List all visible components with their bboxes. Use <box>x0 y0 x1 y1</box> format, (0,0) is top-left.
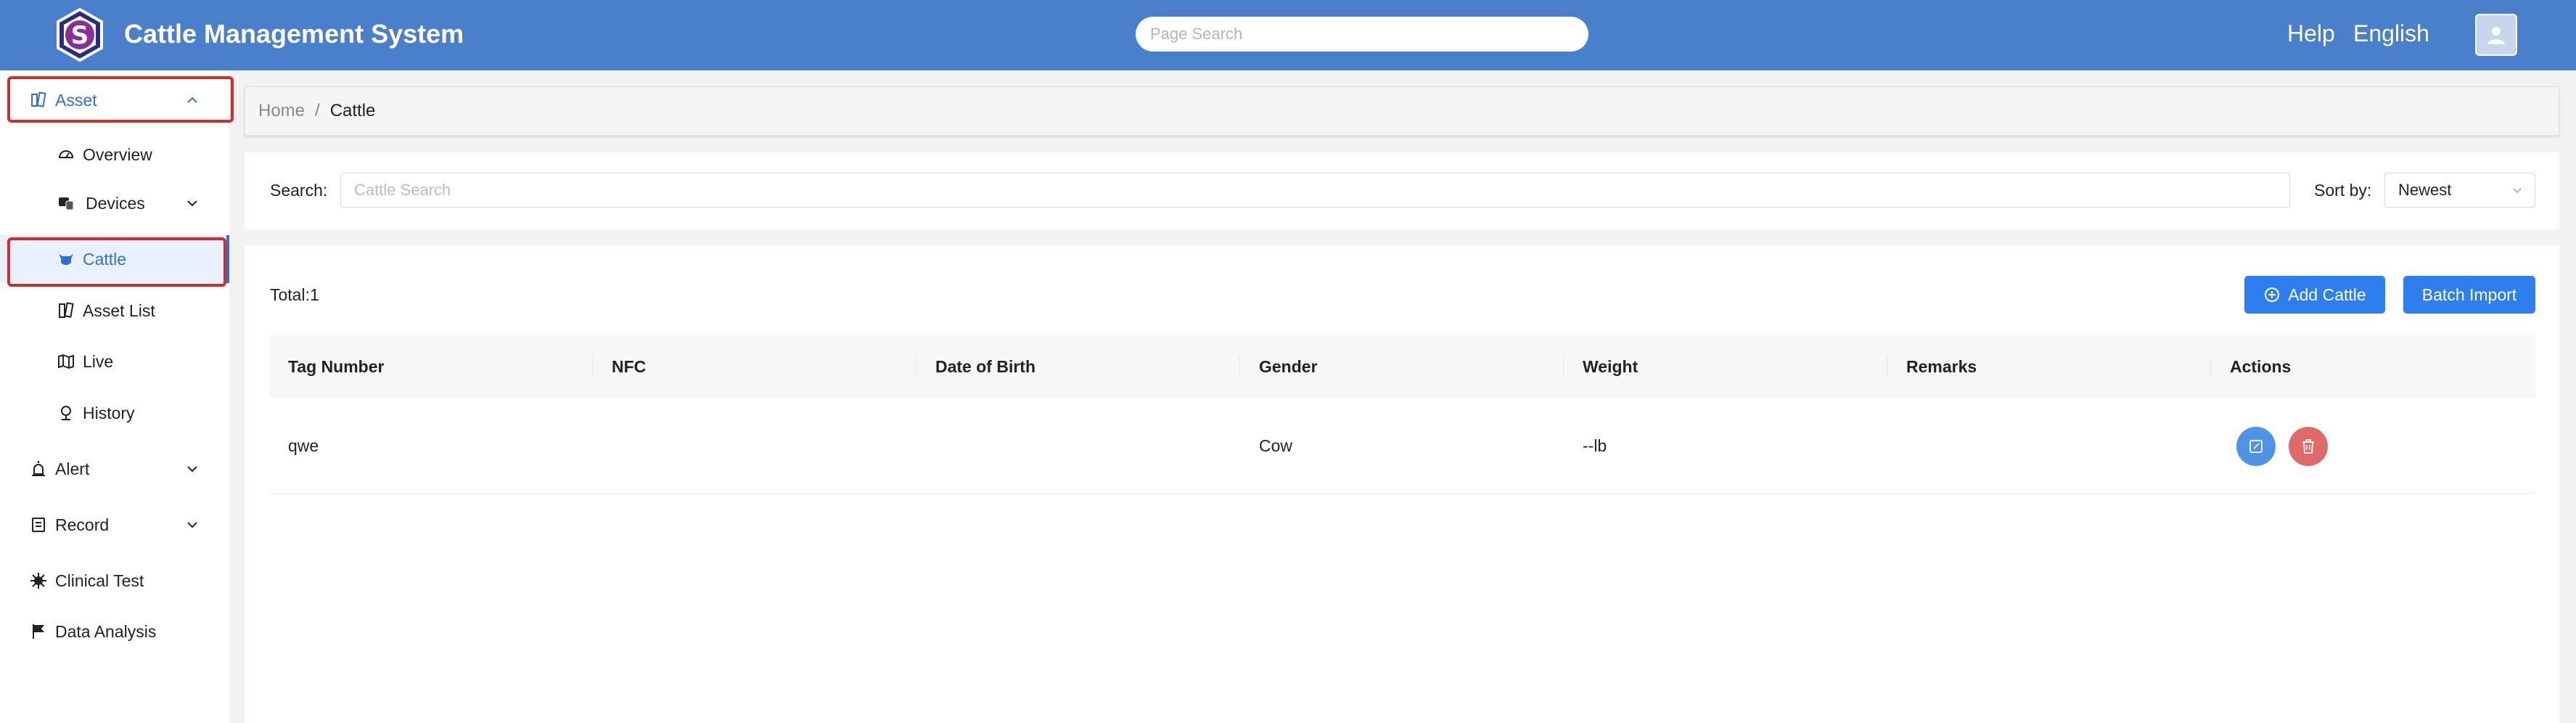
sidebar-item-live[interactable]: Live <box>0 338 229 385</box>
column-header-weight: Weight <box>1583 356 1638 376</box>
cell-tag-number: qwe <box>288 436 319 455</box>
sidebar-item-label: Clinical Test <box>55 571 144 590</box>
cattle-search-input[interactable] <box>340 173 2290 208</box>
app-title: Cattle Management System <box>124 19 464 49</box>
sidebar-item-record[interactable]: Record <box>0 501 229 549</box>
list-icon <box>57 301 75 320</box>
column-header-date-of-birth: Date of Birth <box>935 356 1035 376</box>
sidebar-item-asset-list[interactable]: Asset List <box>0 287 229 335</box>
batch-import-button[interactable]: Batch Import <box>2403 276 2535 314</box>
sidebar-item-overview[interactable]: Overview <box>0 131 229 179</box>
map-icon <box>57 352 75 371</box>
delete-button[interactable] <box>2289 427 2328 466</box>
sidebar-item-label: Cattle <box>83 249 127 269</box>
dashboard-icon <box>57 145 75 164</box>
add-cattle-button[interactable]: Add Cattle <box>2244 276 2385 314</box>
sort-label: Sort by: <box>2314 181 2372 200</box>
chevron-down-icon <box>187 466 197 473</box>
table-header: Tag Number NFC Date of Birth Gender Weig… <box>270 335 2535 398</box>
sidebar-item-label: Live <box>83 351 114 371</box>
app-logo[interactable]: S <box>52 7 107 62</box>
sidebar-item-label: Alert <box>55 459 90 478</box>
sidebar-item-devices[interactable]: Devices <box>0 179 229 227</box>
batch-import-label: Batch Import <box>2421 285 2517 304</box>
edit-icon <box>2249 440 2263 453</box>
sidebar-item-label: Asset List <box>83 301 155 320</box>
chevron-down-icon <box>187 522 197 528</box>
plus-circle-icon <box>2265 287 2280 302</box>
total-count: Total:1 <box>270 285 319 304</box>
page-search-input[interactable] <box>1136 17 1588 52</box>
column-header-remarks: Remarks <box>1906 356 1977 376</box>
table-row: qwe Cow --lb <box>270 398 2535 494</box>
user-icon <box>2487 27 2505 44</box>
search-label: Search: <box>270 181 328 200</box>
cattle-icon <box>57 250 75 269</box>
column-header-gender: Gender <box>1259 356 1318 376</box>
sidebar-item-label: Data Analysis <box>55 621 157 641</box>
cell-gender: Cow <box>1259 436 1293 455</box>
add-cattle-label: Add Cattle <box>2288 285 2366 304</box>
column-header-actions: Actions <box>2230 356 2292 376</box>
sidebar-item-cattle[interactable]: Cattle <box>0 235 229 283</box>
history-icon <box>57 404 75 422</box>
sidebar-item-asset[interactable]: Asset <box>0 76 229 124</box>
sidebar-item-label: Record <box>55 515 110 534</box>
user-avatar[interactable] <box>2475 14 2517 56</box>
sidebar-item-label: Devices <box>86 193 145 213</box>
alarm-icon <box>29 459 48 478</box>
asset-icon <box>29 91 48 110</box>
breadcrumb-current: Cattle <box>329 101 376 120</box>
sidebar-item-label: Overview <box>83 144 152 164</box>
sort-select[interactable]: Newest <box>2384 173 2535 208</box>
chevron-up-icon <box>187 97 197 103</box>
column-header-nfc: NFC <box>612 356 647 376</box>
language-selector[interactable]: English <box>2353 20 2429 47</box>
virus-icon <box>29 571 48 590</box>
devices-icon <box>57 194 75 213</box>
sidebar-item-clinical-test[interactable]: Clinical Test <box>0 557 229 605</box>
sidebar-item-history[interactable]: History <box>0 389 229 437</box>
sidebar-item-label: Asset <box>55 90 97 110</box>
column-header-tag-number: Tag Number <box>288 356 385 376</box>
chevron-down-icon <box>2513 188 2522 194</box>
record-icon <box>29 515 48 534</box>
sidebar: Asset Overview Devices Cattle Asset List <box>0 70 229 723</box>
breadcrumb: Home / Cattle <box>245 86 2559 136</box>
top-header: S Cattle Management System Help English <box>0 0 2576 70</box>
column-divider <box>592 356 593 377</box>
sort-value: Newest <box>2398 181 2452 199</box>
edit-button[interactable] <box>2236 427 2276 466</box>
chevron-down-icon <box>187 200 197 207</box>
column-divider <box>2210 356 2211 377</box>
breadcrumb-separator: / <box>315 101 320 120</box>
cell-weight: --lb <box>1583 436 1607 455</box>
svg-text:S: S <box>71 21 89 50</box>
breadcrumb-home[interactable]: Home <box>258 101 305 121</box>
help-link[interactable]: Help <box>2287 20 2335 47</box>
sidebar-item-label: History <box>83 403 135 422</box>
trash-icon <box>2302 439 2314 454</box>
flag-icon <box>29 622 48 641</box>
sidebar-item-data-analysis[interactable]: Data Analysis <box>0 608 229 655</box>
column-divider <box>1239 356 1240 377</box>
sidebar-item-alert[interactable]: Alert <box>0 445 229 493</box>
column-divider <box>1563 356 1564 377</box>
